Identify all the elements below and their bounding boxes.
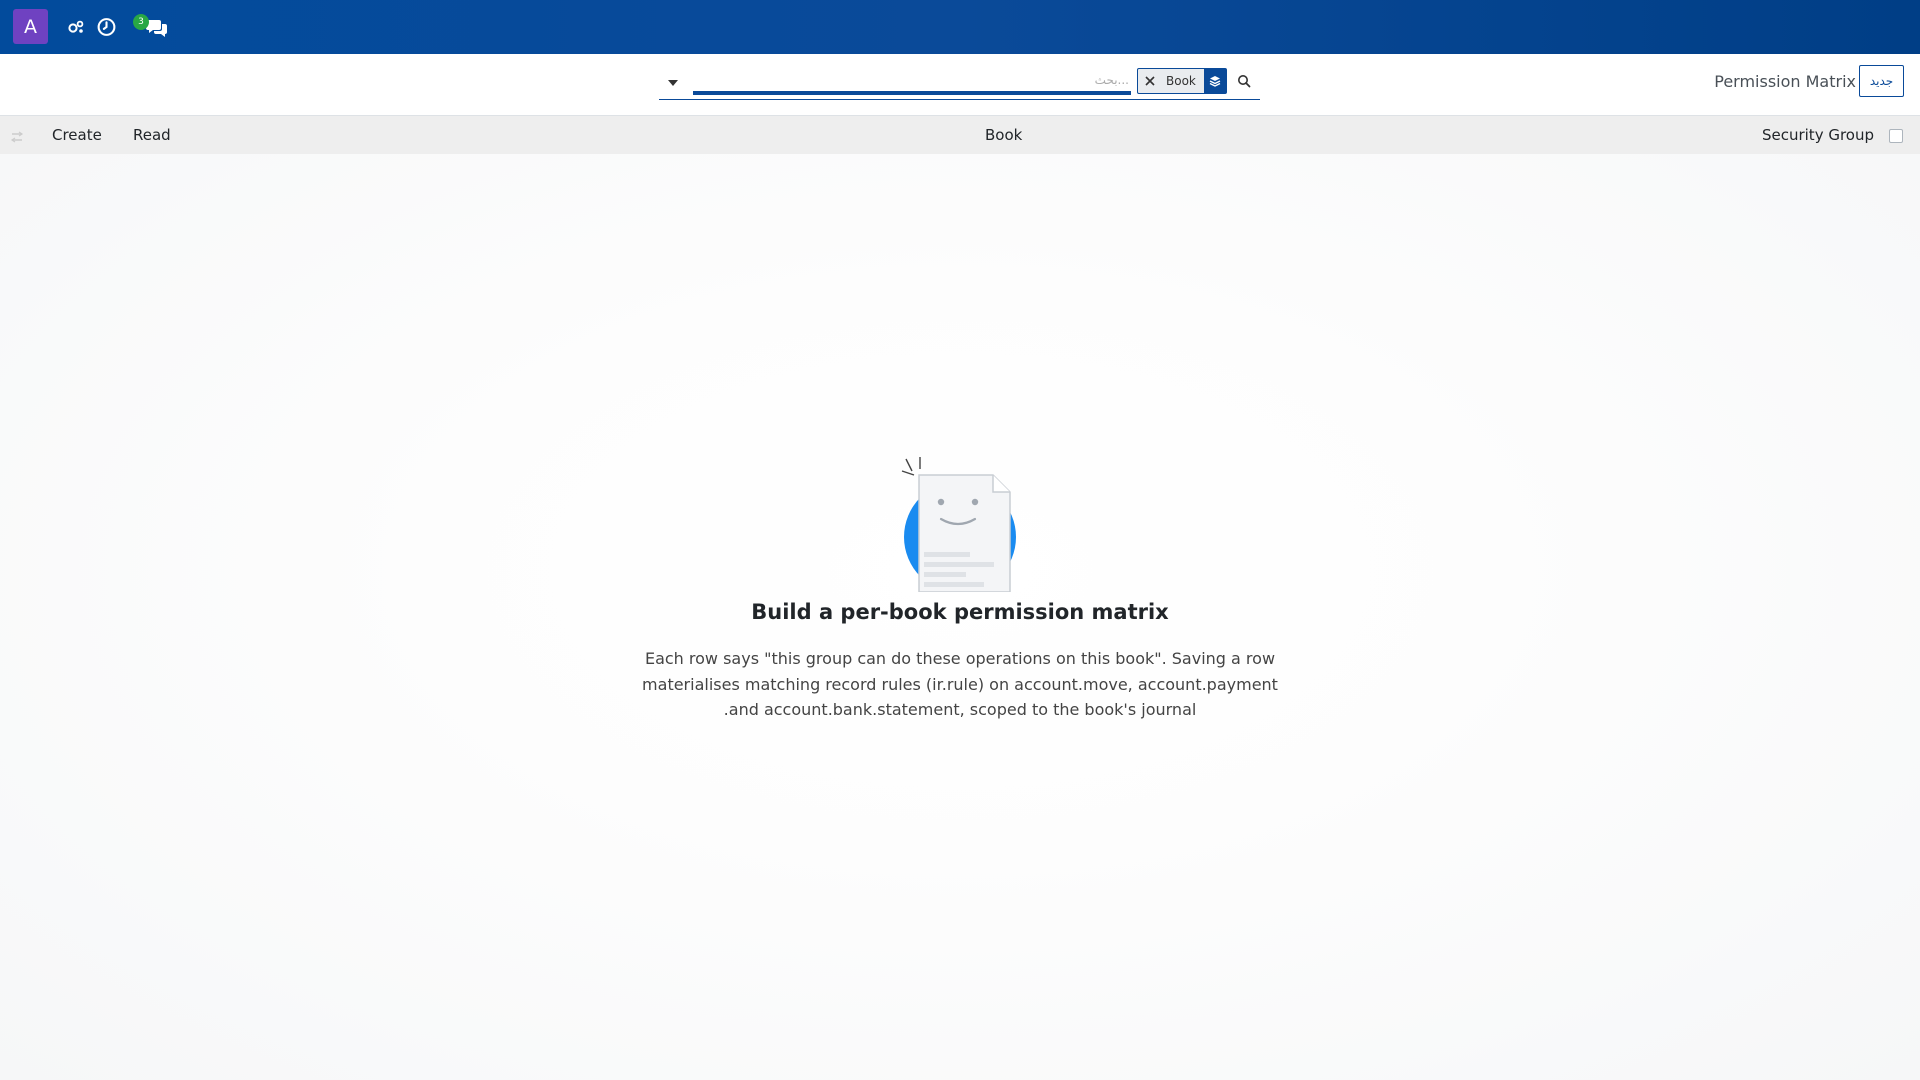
search-view: Book <box>659 66 1260 100</box>
list-header: Create Read Book Security Group <box>0 116 1920 154</box>
user-avatar[interactable]: A <box>13 9 48 44</box>
select-all-checkbox[interactable] <box>1889 129 1903 143</box>
empty-state-title: Build a per-book permission matrix <box>751 600 1169 624</box>
search-button[interactable] <box>1233 70 1255 92</box>
clock-icon[interactable] <box>96 16 117 38</box>
top-navbar: A 3 <box>0 0 1920 54</box>
search-facet: Book <box>1137 68 1227 94</box>
search-input[interactable] <box>693 69 1131 95</box>
activity-icon[interactable] <box>66 16 86 38</box>
column-header-create[interactable]: Create <box>52 126 102 144</box>
empty-state-line: .and account.bank.statement, scoped to t… <box>723 700 1197 719</box>
empty-state-line: Each row says "this group can do these o… <box>644 649 1276 668</box>
empty-state: Build a per-book permission matrix Each … <box>0 154 1920 1080</box>
smiling-document-illustration <box>900 457 1025 593</box>
search-icon <box>1238 75 1251 88</box>
new-button[interactable]: جديد <box>1859 65 1904 97</box>
optional-columns-icon[interactable] <box>10 129 24 143</box>
column-header-read[interactable]: Read <box>133 126 171 144</box>
messages-count-badge: 3 <box>133 14 149 30</box>
control-panel: Book Permission Matrix جديد <box>0 54 1920 116</box>
column-header-security-group[interactable]: Security Group <box>1762 126 1874 144</box>
search-options-toggle[interactable] <box>659 66 687 100</box>
empty-state-body: Each row says "this group can do these o… <box>640 646 1280 723</box>
column-header-book[interactable]: Book <box>985 126 1022 144</box>
breadcrumb: Permission Matrix <box>1714 72 1856 91</box>
facet-value: Book <box>1166 74 1196 88</box>
group-by-icon <box>1203 69 1226 93</box>
caret-down-icon <box>668 80 678 86</box>
empty-state-line: materialises matching record rules (ir.r… <box>642 674 1278 694</box>
close-icon[interactable] <box>1138 69 1162 93</box>
